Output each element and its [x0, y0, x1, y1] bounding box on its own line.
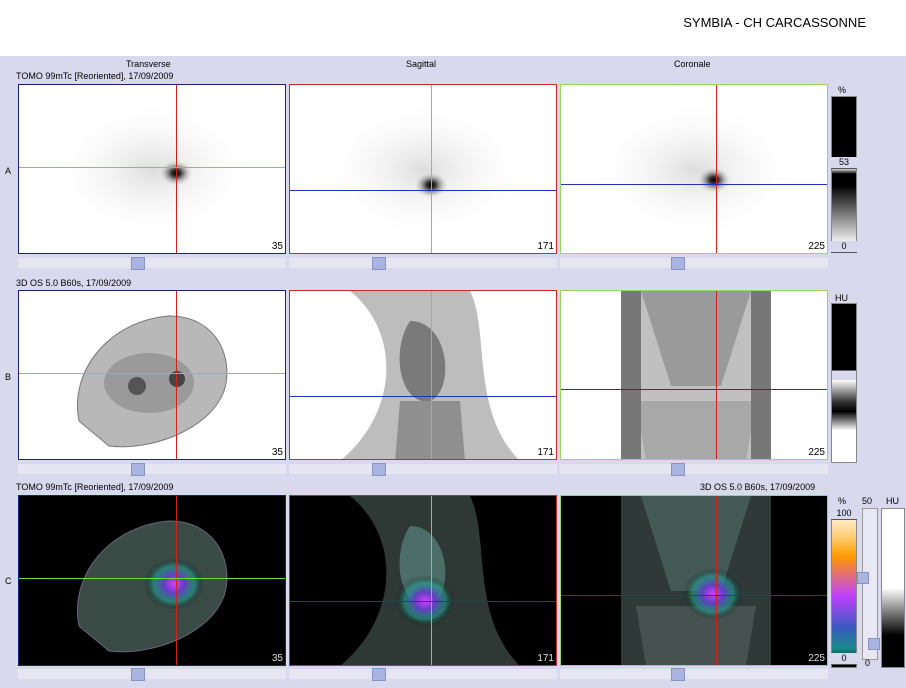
slice-scrollbar-c-sagittal[interactable]	[289, 669, 557, 679]
crosshair-horizontal[interactable]	[290, 601, 556, 602]
slice-number: 225	[808, 241, 825, 252]
scale-c-ct-bar[interactable]	[881, 508, 905, 668]
view-title-coronal: Coronale	[674, 59, 711, 69]
row-a-label: A	[5, 166, 12, 176]
slice-scrollbar-thumb[interactable]	[372, 257, 386, 270]
panel-a-sagittal[interactable]: 171	[289, 84, 557, 254]
slice-scrollbar-thumb[interactable]	[131, 463, 145, 476]
slice-number: 225	[808, 653, 825, 664]
crosshair-horizontal[interactable]	[561, 595, 827, 596]
scale-c-ct-level: 50	[862, 496, 873, 506]
panel-b-coronal[interactable]: 225	[560, 290, 828, 460]
slice-scrollbar-c-coronal[interactable]	[560, 669, 828, 679]
crosshair-vertical[interactable]	[431, 291, 432, 459]
panel-b-transverse[interactable]: 35	[18, 290, 286, 460]
scale-c-slider-thumb-upper[interactable]	[857, 572, 869, 584]
panel-a-transverse[interactable]: 35	[18, 84, 286, 254]
slice-scrollbar-thumb[interactable]	[131, 668, 145, 681]
crosshair-vertical[interactable]	[716, 496, 717, 665]
viewer-workspace: Transverse Sagittal Coronale TOMO 99mTc …	[0, 56, 906, 688]
crosshair-vertical[interactable]	[716, 85, 717, 253]
crosshair-vertical[interactable]	[176, 291, 177, 459]
scale-c-color-bar[interactable]	[831, 508, 857, 668]
scale-c-slider-thumb-lower[interactable]	[868, 638, 880, 650]
scale-a-unit: %	[838, 85, 847, 95]
scale-a-bar[interactable]	[831, 96, 857, 246]
scale-c-ct-min: 0	[865, 658, 871, 668]
app-header: SYMBIA - CH CARCASSONNE	[0, 0, 906, 56]
slice-number: 35	[271, 241, 283, 252]
scale-c-min[interactable]: 0	[831, 653, 857, 665]
scale-a-min[interactable]: 0	[831, 241, 857, 253]
slice-scrollbar-a-sagittal[interactable]	[289, 258, 557, 268]
slice-scrollbar-thumb[interactable]	[372, 463, 386, 476]
row-b-label: B	[5, 372, 12, 382]
view-title-sagittal: Sagittal	[406, 59, 437, 69]
slice-scrollbar-thumb[interactable]	[671, 257, 685, 270]
scale-a-level[interactable]: 53	[831, 157, 857, 169]
slice-number: 171	[537, 447, 554, 458]
slice-scrollbar-b-transverse[interactable]	[18, 464, 286, 474]
panel-b-sagittal[interactable]: 171	[289, 290, 557, 460]
crosshair-horizontal[interactable]	[19, 578, 285, 579]
slice-number: 171	[537, 241, 554, 252]
crosshair-vertical[interactable]	[716, 291, 717, 459]
app-title: SYMBIA - CH CARCASSONNE	[683, 15, 866, 30]
scale-c-ct-unit: HU	[886, 496, 899, 506]
slice-number: 35	[271, 653, 283, 664]
slice-scrollbar-a-transverse[interactable]	[18, 258, 286, 268]
scale-c-max[interactable]: 100	[831, 508, 857, 520]
slice-number: 225	[808, 447, 825, 458]
slice-scrollbar-thumb[interactable]	[372, 668, 386, 681]
panel-c-transverse[interactable]: 35	[18, 495, 286, 666]
view-title-transverse: Transverse	[126, 59, 171, 69]
crosshair-horizontal[interactable]	[290, 396, 556, 397]
row-c-label: C	[5, 576, 12, 586]
crosshair-vertical[interactable]	[431, 496, 432, 665]
crosshair-horizontal[interactable]	[561, 389, 827, 390]
panel-c-coronal[interactable]: 225	[560, 495, 828, 666]
slice-scrollbar-b-sagittal[interactable]	[289, 464, 557, 474]
scale-b-unit: HU	[835, 293, 848, 303]
slice-scrollbar-thumb[interactable]	[131, 257, 145, 270]
crosshair-vertical[interactable]	[176, 496, 177, 665]
slice-number: 35	[271, 447, 283, 458]
crosshair-vertical[interactable]	[431, 85, 432, 253]
slice-scrollbar-thumb[interactable]	[671, 463, 685, 476]
row-a-series: TOMO 99mTc [Reoriented], 17/09/2009	[16, 71, 174, 81]
slice-scrollbar-b-coronal[interactable]	[560, 464, 828, 474]
row-b-series: 3D OS 5.0 B60s, 17/09/2009	[16, 278, 132, 288]
crosshair-horizontal[interactable]	[19, 373, 285, 374]
panel-a-coronal[interactable]: 225	[560, 84, 828, 254]
crosshair-vertical[interactable]	[176, 85, 177, 253]
slice-number: 171	[537, 653, 554, 664]
slice-scrollbar-a-coronal[interactable]	[560, 258, 828, 268]
scale-c-unit: %	[838, 496, 847, 506]
row-c-series-ct: 3D OS 5.0 B60s, 17/09/2009	[700, 482, 816, 492]
crosshair-horizontal[interactable]	[19, 167, 285, 168]
crosshair-horizontal[interactable]	[290, 190, 556, 191]
crosshair-horizontal[interactable]	[561, 184, 827, 185]
scale-b-bar[interactable]	[831, 303, 857, 463]
panel-c-sagittal[interactable]: 171	[289, 495, 557, 666]
slice-scrollbar-c-transverse[interactable]	[18, 669, 286, 679]
row-c-series: TOMO 99mTc [Reoriented], 17/09/2009	[16, 482, 174, 492]
slice-scrollbar-thumb[interactable]	[671, 668, 685, 681]
